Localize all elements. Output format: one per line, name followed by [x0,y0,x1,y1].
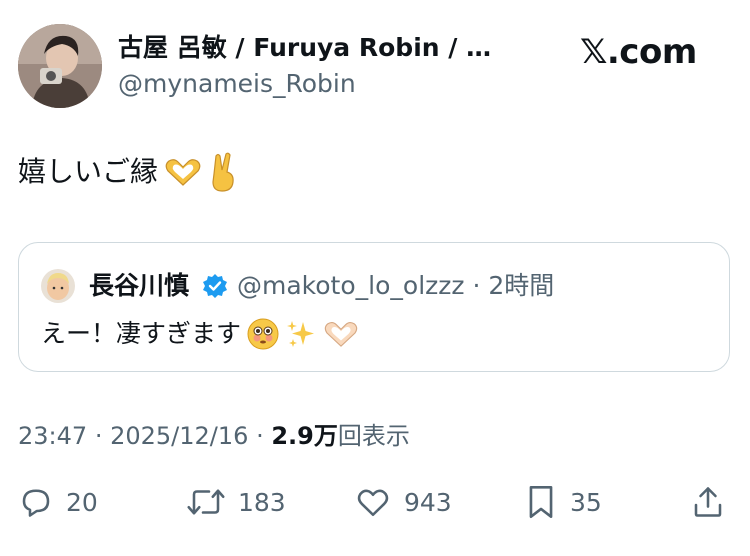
reply-button[interactable]: 20 [18,482,98,522]
quote-tweet-card[interactable]: 長谷川慎 @makoto_lo_olzzz · 2時間 えー！凄すぎます [18,242,730,372]
x-logo[interactable]: 𝕏.com [580,30,697,74]
verified-badge-icon [202,273,228,299]
share-button[interactable] [690,482,726,522]
retweet-icon [186,484,226,520]
quote-author-name[interactable]: 長谷川慎 [89,269,189,303]
bookmark-count: 35 [570,487,602,517]
retweet-count: 183 [238,487,286,517]
victory-hand-emoji [208,152,238,192]
quote-avatar[interactable] [41,269,75,303]
quote-text: えー！凄すぎます [41,315,359,353]
tweet-text: 嬉しいご縁 [18,152,238,192]
heart-hands-emoji [164,157,202,187]
tweet-date[interactable]: 2025/12/16 [110,422,248,450]
author-name[interactable]: 古屋 呂敏 / Furuya Robin / ロ… [118,32,508,64]
quote-time[interactable]: 2時間 [488,271,554,300]
quote-separator: · [472,271,481,300]
tweet-text-content: 嬉しいご縁 [18,155,159,188]
quote-author-handle[interactable]: @makoto_lo_olzzz [237,271,465,300]
meta-separator: · [256,422,264,450]
meta-separator: · [94,422,103,450]
views-label: 回表示 [337,422,410,450]
quote-meta: @makoto_lo_olzzz · 2時間 [237,269,554,303]
views-count: 2.9万 [271,422,338,450]
bookmark-icon [524,483,558,521]
bookmark-button[interactable]: 35 [524,482,602,522]
reply-icon [18,484,54,520]
author-avatar[interactable] [18,24,102,108]
heart-hands-emoji [323,320,359,348]
reply-count: 20 [66,487,98,517]
author-handle[interactable]: @mynameis_Robin [118,68,356,100]
heart-icon [354,484,392,520]
tweet-meta: 23:47 · 2025/12/16 · 2.9万回表示 [18,420,410,452]
sparkles-emoji [285,318,317,350]
like-button[interactable]: 943 [354,482,452,522]
like-count: 943 [404,487,452,517]
tweet-time[interactable]: 23:47 [18,422,87,450]
retweet-button[interactable]: 183 [186,482,286,522]
quote-text-content: えー！凄すぎます [41,319,242,348]
flushed-face-emoji [247,318,279,350]
share-icon [690,483,726,521]
